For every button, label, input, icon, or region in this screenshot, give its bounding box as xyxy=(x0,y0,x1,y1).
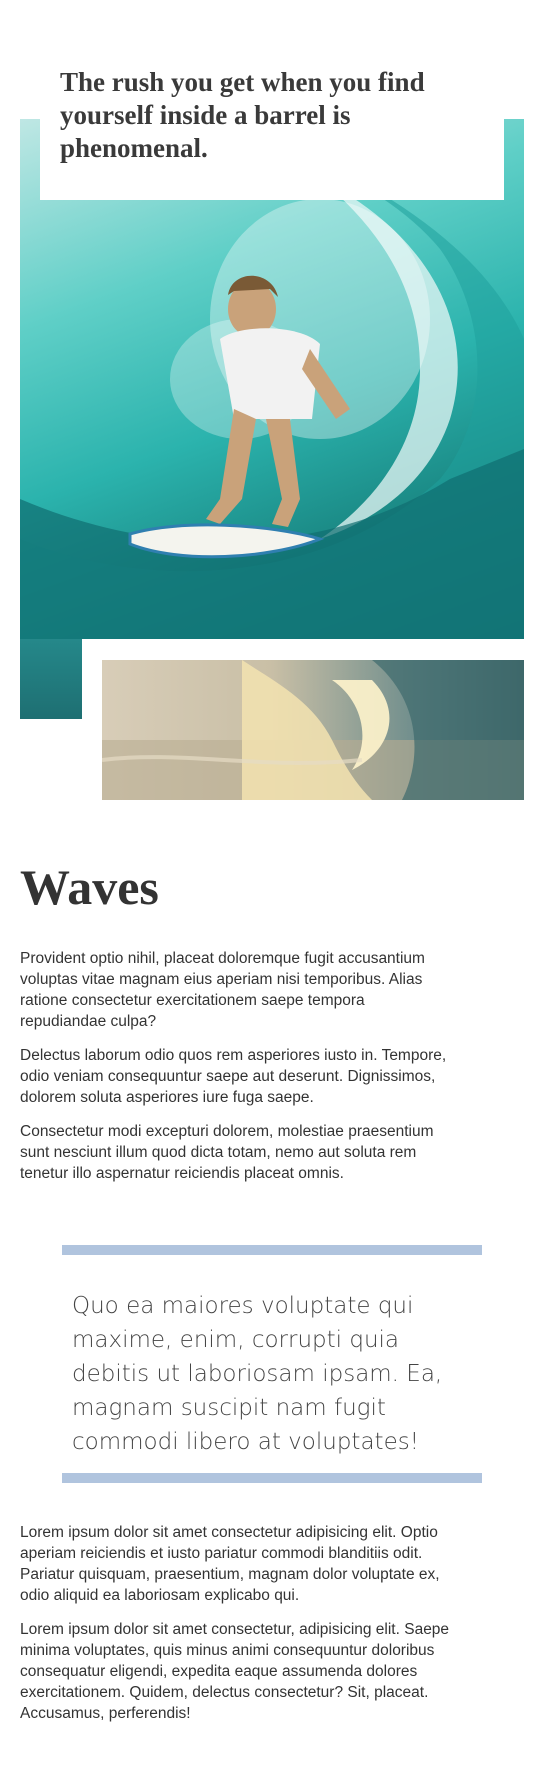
paragraph: Lorem ipsum dolor sit amet consectetur, … xyxy=(20,1621,450,1722)
paragraph: Delectus laborum odio quos rem asperiore… xyxy=(20,1047,447,1106)
hero-section: The rush you get when you find yourself … xyxy=(0,0,544,800)
article-title: Waves xyxy=(20,859,159,915)
wave-curl-photo xyxy=(102,660,524,800)
paragraph: Lorem ipsum dolor sit amet consectetur a… xyxy=(20,1524,440,1604)
pull-quote: Quo ea maiores voluptate qui maxime, eni… xyxy=(62,1245,482,1483)
hero-headline: The rush you get when you find yourself … xyxy=(60,67,425,163)
wave-illustration xyxy=(102,660,524,800)
headline-card: The rush you get when you find yourself … xyxy=(40,44,504,200)
pull-quote-text: Quo ea maiores voluptate qui maxime, eni… xyxy=(72,1293,443,1455)
article-body-bottom: Lorem ipsum dolor sit amet consectetur a… xyxy=(20,1522,450,1737)
paragraph: Consectetur modi excepturi dolorem, mole… xyxy=(20,1123,434,1182)
article-body-top: Provident optio nihil, placeat doloremqu… xyxy=(20,948,450,1197)
paragraph: Provident optio nihil, placeat doloremqu… xyxy=(20,950,425,1030)
photo-accent-strip xyxy=(20,639,82,719)
